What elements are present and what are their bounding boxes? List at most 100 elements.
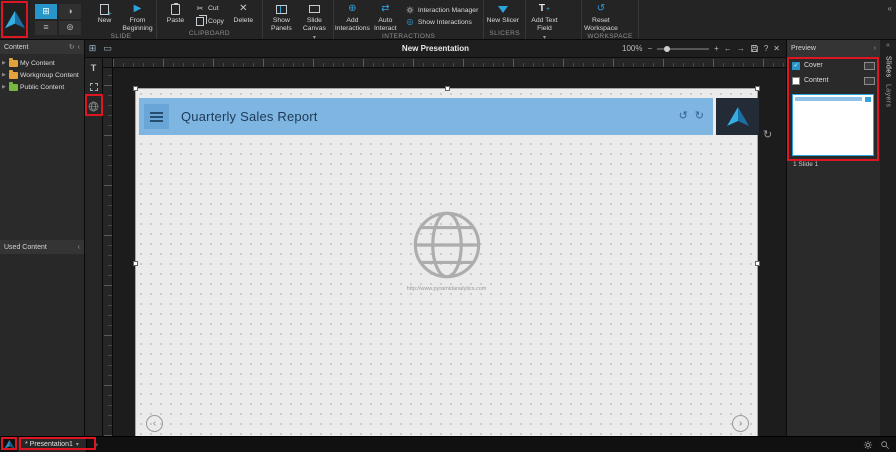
target-icon: ◎: [405, 18, 415, 26]
zoom-out-button[interactable]: −: [648, 45, 653, 53]
marquee-select-tool[interactable]: [87, 80, 101, 94]
cut-button[interactable]: ✂ Cut: [195, 5, 224, 13]
slide-canvas[interactable]: Quarterly Sales Report ↺ ↻ http://www.py…: [113, 68, 786, 436]
folder-icon: [9, 72, 18, 79]
slide-title-band[interactable]: Quarterly Sales Report ↺ ↻: [139, 98, 713, 135]
horizontal-ruler: [113, 58, 786, 68]
hamburger-menu-button[interactable]: [144, 104, 169, 129]
zoom-slider-knob[interactable]: [664, 46, 670, 52]
help-button[interactable]: ?: [764, 45, 768, 53]
selection-handle-top-mid[interactable]: [445, 86, 450, 91]
selection-handle-mid-left[interactable]: [133, 261, 138, 266]
content-tree: ▶ My Content ▶ Workgroup Content ▶ Publi…: [0, 54, 84, 96]
delete-button[interactable]: ✕ Delete: [227, 0, 260, 30]
collapse-ribbon-icon[interactable]: «: [888, 4, 892, 13]
save-icon[interactable]: [750, 44, 759, 53]
clipboard-icon: [171, 4, 180, 15]
slide-redo-icon[interactable]: ↻: [695, 111, 704, 122]
redo-button[interactable]: →: [737, 45, 745, 53]
undo-button[interactable]: ←: [724, 45, 732, 53]
settings-gear-icon[interactable]: [863, 440, 873, 450]
collapse-panel-icon[interactable]: ‹: [78, 44, 80, 51]
selection-handle-top-left[interactable]: [133, 86, 138, 91]
ribbon-group-slicers: New Slicer SLICERS: [484, 0, 526, 39]
show-interactions-button[interactable]: ◎ Show Interactions: [405, 18, 478, 26]
zoom-in-button[interactable]: +: [714, 45, 719, 53]
new-slicer-button[interactable]: New Slicer: [486, 0, 519, 30]
home-button[interactable]: [0, 437, 18, 452]
globe-tool-button[interactable]: [87, 99, 101, 113]
layout-grid-icon[interactable]: ⊞: [35, 4, 57, 19]
auto-interact-button[interactable]: ⇄ Auto Interact: [369, 0, 402, 33]
slide-thumbnail[interactable]: [792, 94, 874, 156]
interaction-manager-button[interactable]: Interaction Manager: [405, 6, 478, 14]
checkbox-checked[interactable]: ✓: [792, 62, 800, 70]
canvas-icon: [309, 5, 320, 13]
canvas-size-icon[interactable]: ▭: [100, 44, 115, 53]
copy-icon: [196, 17, 204, 26]
scissors-icon: ✂: [195, 5, 205, 13]
ribbon-group-design: Show Panels Slide Canvas ▾ DESIGN: [263, 0, 334, 39]
add-interactions-button[interactable]: ⊕ Add Interactions: [336, 0, 369, 33]
tab-layers[interactable]: Layers: [885, 84, 892, 107]
globe-watermark-icon: [409, 207, 485, 283]
hamburger-icon: [150, 112, 163, 114]
next-slide-button[interactable]: ›: [732, 415, 749, 432]
sphere-view-icon[interactable]: ⊚: [59, 21, 81, 36]
group-caption: SLICERS: [486, 30, 523, 39]
presentation-tab[interactable]: * Presentation1 ▾: [18, 437, 87, 452]
checkbox-unchecked[interactable]: [792, 77, 800, 85]
tree-item-label: Public Content: [20, 84, 64, 91]
close-button[interactable]: ✕: [773, 45, 780, 53]
button-label: From Beginning: [121, 17, 154, 33]
tab-slides[interactable]: Slides: [885, 56, 892, 77]
collapse-panel-icon[interactable]: ‹: [78, 244, 80, 251]
view-toggle-cluster: ⊞ ◑ ≡ ⊚: [30, 0, 86, 39]
app-logo-button[interactable]: [0, 0, 30, 39]
tree-item-workgroup-content[interactable]: ▶ Workgroup Content: [2, 69, 82, 81]
tree-item-my-content[interactable]: ▶ My Content: [2, 57, 82, 69]
layer-row-content[interactable]: Content: [787, 73, 880, 88]
reset-workspace-button[interactable]: ↺ Reset Workspace: [584, 0, 617, 33]
zoom-slider[interactable]: [657, 48, 709, 50]
add-text-field-button[interactable]: T+ Add Text Field ▾: [528, 0, 561, 41]
expander-icon[interactable]: ▶: [2, 60, 7, 66]
show-panels-button[interactable]: Show Panels: [265, 0, 298, 41]
text-tool-icon: T: [539, 4, 545, 14]
preview-header: Preview ›: [787, 40, 880, 58]
refresh-icon[interactable]: ↻: [69, 44, 75, 51]
copy-button[interactable]: Copy: [195, 17, 224, 26]
selection-handle-mid-right[interactable]: [755, 261, 760, 266]
prev-slide-button[interactable]: ‹: [146, 415, 163, 432]
expander-icon[interactable]: ▶: [2, 72, 7, 78]
rotate-handle-icon[interactable]: ↻: [763, 130, 772, 141]
contrast-toggle-icon[interactable]: ◑: [59, 4, 81, 19]
add-tab-button[interactable]: +: [87, 440, 105, 450]
paste-button[interactable]: Paste: [159, 0, 192, 30]
button-label: Show Panels: [265, 17, 298, 33]
search-icon[interactable]: [880, 440, 890, 450]
from-beginning-button[interactable]: ▶ From Beginning: [121, 0, 154, 33]
slide-logo-block[interactable]: [716, 98, 759, 135]
collapse-strip-icon[interactable]: «: [886, 42, 890, 49]
show-gridlines-icon[interactable]: ⊞: [85, 44, 100, 53]
slide-canvas-button[interactable]: Slide Canvas ▾: [298, 0, 331, 41]
ribbon-group-clipboard: Paste ✂ Cut Copy ✕ Delete CLI: [157, 0, 263, 39]
new-slide-button[interactable]: New: [88, 0, 121, 33]
expander-icon[interactable]: ▶: [2, 84, 7, 90]
panel-title: Preview: [791, 45, 816, 52]
slide-undo-icon[interactable]: ↺: [679, 111, 688, 122]
content-panel: Content ↻ ‹ ▶ My Content ▶ Workgroup Con…: [0, 40, 85, 436]
selection-handle-top-right[interactable]: [755, 86, 760, 91]
collapse-panel-icon[interactable]: ›: [874, 45, 876, 52]
text-tool-button[interactable]: T: [87, 61, 101, 75]
menu-lines-icon[interactable]: ≡: [35, 21, 57, 36]
ribbon-group-text-fields: T+ Add Text Field ▾ TEXT FIELDS: [526, 0, 582, 39]
slide[interactable]: Quarterly Sales Report ↺ ↻ http://www.py…: [135, 88, 758, 436]
layer-label: Cover: [804, 62, 823, 69]
slide-title-text[interactable]: Quarterly Sales Report: [181, 109, 318, 124]
slide-mini-icon: [864, 62, 875, 70]
watermark-url: http://www.pyramidanalytics.com: [407, 286, 487, 292]
tree-item-public-content[interactable]: ▶ Public Content: [2, 81, 82, 93]
layer-row-cover[interactable]: ✓ Cover: [787, 58, 880, 73]
